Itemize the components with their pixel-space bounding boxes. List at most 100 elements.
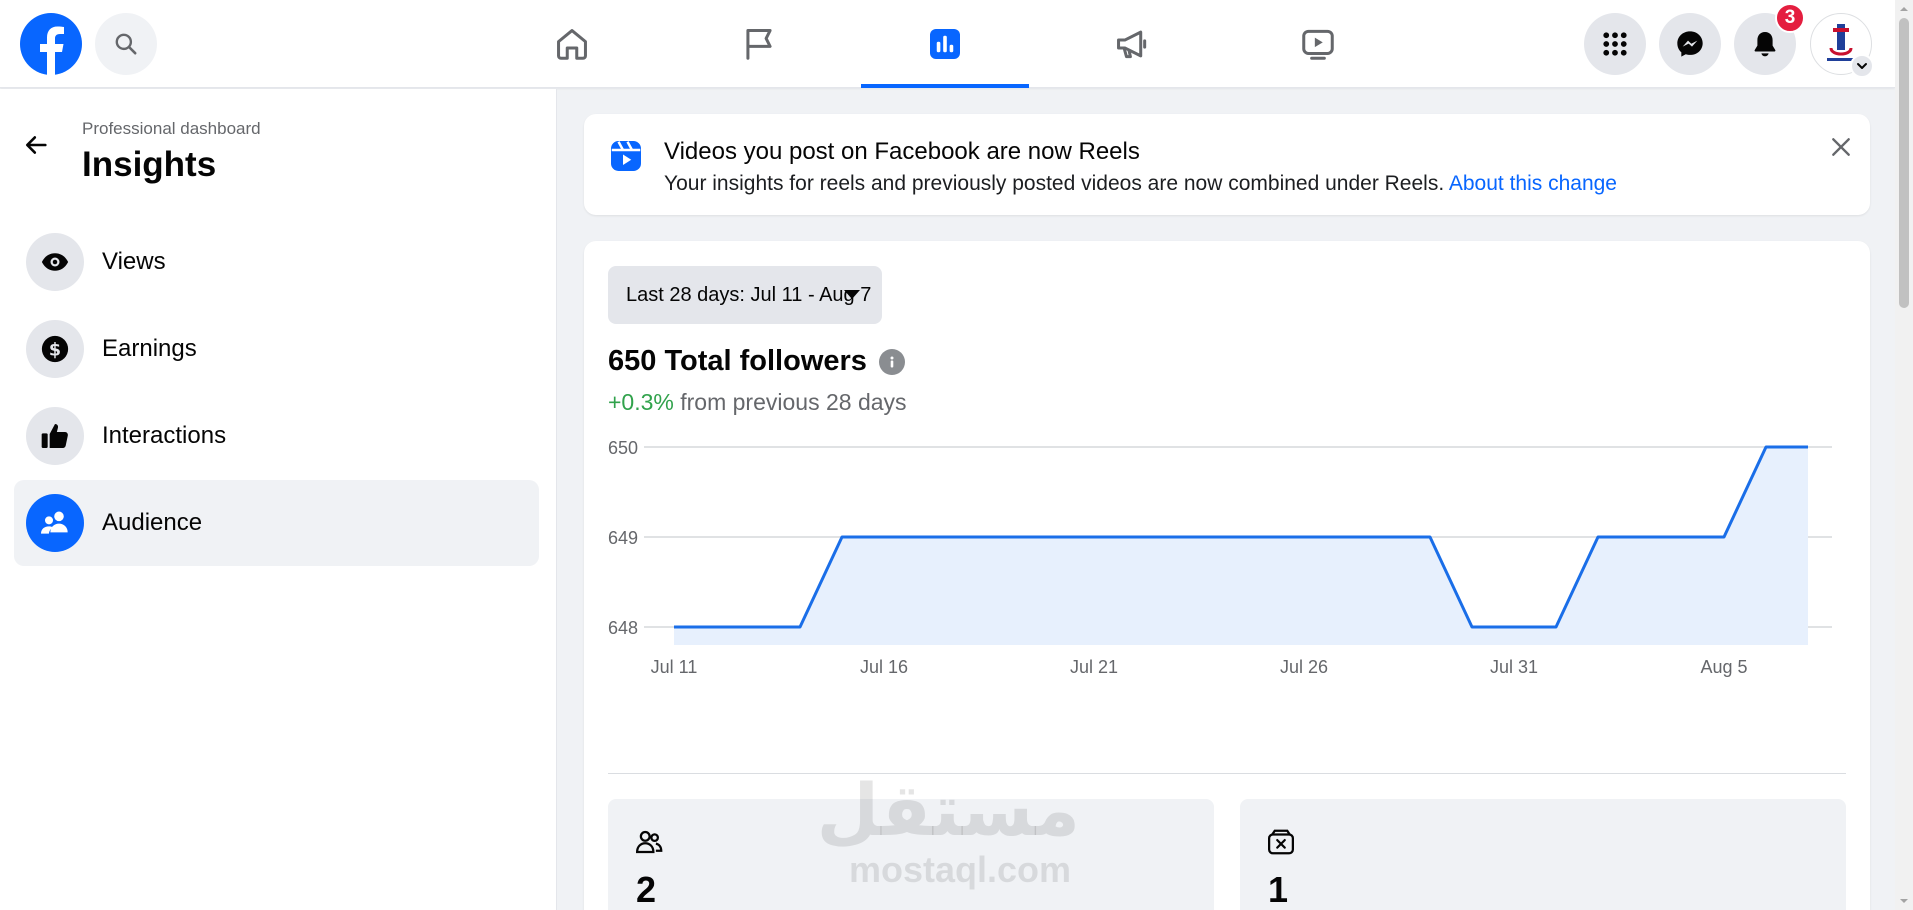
data-point[interactable] [1298, 531, 1310, 543]
home-icon [557, 29, 587, 60]
sidebar-item-audience[interactable]: Audience [14, 480, 539, 566]
account-menu-caret[interactable] [1850, 54, 1874, 78]
sidebar-item-label: Interactions [102, 422, 227, 449]
data-point[interactable] [1466, 621, 1478, 633]
messenger-button[interactable] [1659, 13, 1721, 75]
about-this-change-link[interactable]: About this change [1449, 172, 1617, 195]
data-point[interactable] [836, 531, 848, 543]
top-navigation-bar: 3 [0, 0, 1895, 88]
facebook-logo-icon[interactable] [20, 13, 82, 75]
data-point[interactable] [1550, 621, 1562, 633]
info-icon[interactable] [878, 348, 905, 375]
data-point[interactable] [1718, 531, 1730, 543]
data-point[interactable] [752, 621, 764, 633]
data-point[interactable] [710, 621, 722, 633]
sidebar-item-label: Earnings [102, 335, 197, 362]
x-tick-label: Aug 5 [1700, 657, 1747, 677]
close-icon [1832, 138, 1850, 156]
data-point[interactable] [1130, 531, 1142, 543]
reels-icon [611, 141, 641, 171]
data-point[interactable] [1634, 531, 1646, 543]
insights-sidebar: Professional dashboard Insights Views $ … [0, 89, 557, 910]
data-point[interactable] [1676, 531, 1688, 543]
new-follows-stat[interactable]: 2 [608, 799, 1214, 910]
sidebar-item-earnings[interactable]: $ Earnings [14, 306, 539, 392]
tab-insights[interactable] [861, 0, 1029, 88]
x-tick-label: Jul 26 [1280, 657, 1328, 677]
stat-value: 1 [1268, 869, 1289, 910]
search-icon [115, 33, 137, 55]
data-point[interactable] [1214, 531, 1226, 543]
total-followers-title: 650 Total followers [608, 345, 867, 377]
y-tick-label: 650 [608, 438, 638, 458]
stat-value: 2 [636, 869, 657, 910]
change-description: from previous 28 days [680, 389, 907, 415]
unfollow-icon [1268, 829, 1294, 855]
data-point[interactable] [1382, 531, 1394, 543]
tab-video[interactable] [1234, 0, 1402, 88]
sidebar-item-views[interactable]: Views [14, 219, 539, 305]
x-tick-label: Jul 16 [860, 657, 908, 677]
reels-change-banner: Videos you post on Facebook are now Reel… [584, 114, 1870, 215]
banner-close-button[interactable] [1824, 130, 1858, 164]
unfollows-stat[interactable]: 1 [1240, 799, 1846, 910]
video-play-icon [1302, 29, 1334, 60]
x-tick-label: Jul 11 [651, 657, 698, 677]
y-tick-label: 649 [608, 528, 638, 548]
bar-chart-icon [930, 29, 960, 59]
page-scrollbar[interactable] [1895, 0, 1913, 910]
chevron-down-icon [1857, 63, 1867, 69]
bell-icon [1754, 32, 1776, 57]
data-point[interactable] [1340, 531, 1352, 543]
section-divider [608, 773, 1846, 774]
back-button[interactable] [14, 123, 58, 167]
y-tick-label: 648 [608, 618, 638, 638]
data-point[interactable] [1256, 531, 1268, 543]
data-point[interactable] [1592, 531, 1604, 543]
date-range-dropdown[interactable]: Last 28 days: Jul 11 - Aug 7 [608, 266, 882, 324]
data-point[interactable] [794, 621, 806, 633]
megaphone-icon [1117, 30, 1147, 59]
scroll-up-arrow-icon[interactable] [1899, 4, 1909, 14]
notification-count-badge: 3 [1775, 3, 1805, 33]
data-point[interactable] [1172, 531, 1184, 543]
svg-text:$: $ [49, 340, 61, 360]
search-button[interactable] [95, 13, 157, 75]
sidebar-item-interactions[interactable]: Interactions [14, 393, 539, 479]
caret-down-icon [844, 290, 860, 299]
banner-description: Your insights for reels and previously p… [664, 172, 1445, 195]
sidebar-item-label: Audience [102, 509, 203, 536]
scroll-down-arrow-icon[interactable] [1899, 896, 1909, 906]
data-point[interactable] [1802, 441, 1814, 453]
data-point[interactable] [1046, 531, 1058, 543]
sidebar-item-label: Views [102, 248, 166, 275]
x-tick-label: Jul 31 [1490, 657, 1538, 677]
thumbs-up-icon [26, 407, 84, 465]
messenger-icon [1677, 31, 1703, 57]
people-outline-icon [635, 830, 663, 854]
data-point[interactable] [1508, 621, 1520, 633]
scrollbar-thumb[interactable] [1899, 18, 1909, 308]
followers-area-chart: 648 649 650 Jul 11 Jul 16 Jul 21 Jul 26 Jul 31 A… [608, 438, 1832, 677]
change-percent: +0.3% [608, 389, 674, 415]
page-title: Insights [82, 145, 217, 184]
data-point[interactable] [1760, 441, 1772, 453]
date-range-label: Last 28 days: Jul 11 - Aug 7 [626, 283, 872, 306]
data-point[interactable] [878, 531, 890, 543]
arrow-left-icon [25, 136, 47, 154]
data-point[interactable] [1004, 531, 1016, 543]
tab-home[interactable] [488, 0, 656, 88]
menu-button[interactable] [1584, 13, 1646, 75]
tab-pages[interactable] [675, 0, 843, 88]
data-point[interactable] [962, 531, 974, 543]
dollar-icon: $ [26, 320, 84, 378]
data-point[interactable] [1424, 531, 1436, 543]
people-icon [26, 494, 84, 552]
breadcrumb[interactable]: Professional dashboard [82, 119, 261, 139]
tab-ads[interactable] [1048, 0, 1216, 88]
data-point[interactable] [1088, 531, 1100, 543]
followers-card: Last 28 days: Jul 11 - Aug 7 650 Total f… [584, 241, 1870, 910]
eye-icon [26, 233, 84, 291]
data-point[interactable] [920, 531, 932, 543]
data-point[interactable] [668, 621, 680, 633]
